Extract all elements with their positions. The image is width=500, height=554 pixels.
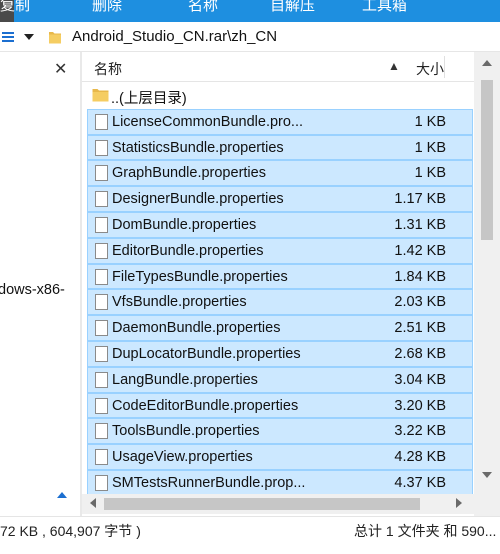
file-icon [95, 423, 108, 440]
file-row[interactable]: DaemonBundle.properties 2.51 KB [87, 315, 473, 341]
file-size: 1 KB [414, 113, 446, 130]
status-bar: 72 KB , 604,907 字节 ) 总计 1 文件夹 和 590... [0, 516, 500, 542]
parent-directory-row[interactable]: ..(上层目录) [87, 83, 474, 109]
file-name: GraphBundle.properties [112, 165, 266, 182]
address-path[interactable]: Android_Studio_CN.rar\zh_CN [72, 28, 277, 45]
window-bottom-edge [0, 542, 500, 554]
scroll-right-arrow-icon[interactable] [456, 498, 462, 508]
toolbar-button-toolbox[interactable]: 工具箱 [362, 0, 407, 15]
file-name: UsageView.properties [112, 449, 253, 466]
toolbar-button-delete[interactable]: 删除 [92, 0, 122, 15]
file-size: 3.04 KB [394, 371, 446, 388]
file-row[interactable]: UsageView.properties 4.28 KB [87, 444, 473, 470]
file-size: 2.51 KB [394, 320, 446, 337]
file-icon [95, 294, 108, 311]
file-row[interactable]: LangBundle.properties 3.04 KB [87, 366, 473, 393]
file-row[interactable]: EditorBundle.properties 1.42 KB [87, 237, 473, 264]
column-header-name[interactable]: 名称 [94, 59, 122, 79]
file-name: DomBundle.properties [112, 216, 257, 233]
file-name: SMTestsRunnerBundle.prop... [112, 474, 306, 491]
file-size: 1 KB [414, 165, 446, 182]
close-icon[interactable]: ✕ [54, 59, 67, 79]
scrollbar-corner [474, 494, 500, 514]
file-icon [95, 449, 108, 466]
nav-item-label[interactable]: dows-x86- [0, 282, 65, 298]
file-icon [95, 139, 108, 156]
file-name: LangBundle.properties [112, 371, 258, 388]
navigation-pane: ✕ dows-x86- [0, 52, 80, 516]
vertical-scrollbar[interactable] [474, 52, 500, 516]
list-view-icon[interactable] [2, 32, 14, 42]
toolbar-button-sfx[interactable]: 自解压 [270, 0, 315, 15]
horizontal-scrollbar[interactable] [82, 494, 474, 514]
file-icon [95, 371, 108, 388]
file-name: DesignerBundle.properties [112, 191, 284, 208]
file-icon [95, 320, 108, 337]
file-icon [95, 165, 108, 182]
list-header: 名称 ▲ 大小 [82, 52, 500, 82]
file-size: 1.42 KB [394, 242, 446, 259]
file-size: 1.17 KB [394, 191, 446, 208]
file-row[interactable]: CodeEditorBundle.properties 3.20 KB [87, 392, 473, 419]
file-name: FileTypesBundle.properties [112, 268, 288, 285]
file-row[interactable]: DesignerBundle.properties 1.17 KB [87, 186, 473, 212]
parent-directory-label: ..(上层目录) [111, 91, 187, 107]
scroll-up-arrow-icon[interactable] [482, 60, 492, 66]
status-total-info: 总计 1 文件夹 和 590... [354, 523, 497, 539]
file-row[interactable]: ToolsBundle.properties 3.22 KB [87, 418, 473, 445]
file-icon [95, 397, 108, 414]
file-icon [95, 216, 108, 233]
file-icon [95, 242, 108, 259]
column-header-size[interactable]: 大小 [416, 59, 444, 79]
file-size: 1 KB [414, 139, 446, 156]
file-row[interactable]: SMTestsRunnerBundle.prop... 4.37 KB [87, 469, 473, 496]
scroll-left-arrow-icon[interactable] [90, 498, 96, 508]
file-icon [95, 191, 108, 208]
file-row[interactable]: DomBundle.properties 1.31 KB [87, 211, 473, 238]
file-icon [95, 113, 108, 130]
column-separator[interactable] [444, 56, 445, 78]
file-name: VfsBundle.properties [112, 294, 247, 311]
file-name: StatisticsBundle.properties [112, 139, 284, 156]
chevron-down-icon[interactable] [24, 34, 34, 40]
file-size: 4.28 KB [394, 449, 446, 466]
file-size: 1.84 KB [394, 268, 446, 285]
file-size: 4.37 KB [394, 474, 446, 491]
folder-icon [49, 32, 61, 44]
file-size: 3.22 KB [394, 423, 446, 440]
horizontal-scroll-thumb[interactable] [104, 498, 420, 510]
toolbar: 复制 删除 名称 自解压 工具箱 [0, 0, 500, 22]
vertical-scroll-thumb[interactable] [481, 80, 493, 240]
file-row[interactable]: DupLocatorBundle.properties 2.68 KB [87, 340, 473, 367]
file-icon [95, 268, 108, 285]
file-name: EditorBundle.properties [112, 242, 264, 259]
file-name: ToolsBundle.properties [112, 423, 260, 440]
file-list: 名称 ▲ 大小 ..(上层目录) LicenseCommonBundle.pro… [82, 52, 500, 516]
file-size: 3.20 KB [394, 397, 446, 414]
scroll-down-arrow-icon[interactable] [482, 472, 492, 478]
file-row[interactable]: FileTypesBundle.properties 1.84 KB [87, 263, 473, 290]
file-row[interactable]: GraphBundle.properties 1 KB [87, 160, 473, 187]
file-size: 2.03 KB [394, 294, 446, 311]
file-icon [95, 345, 108, 362]
file-size: 1.31 KB [394, 216, 446, 233]
address-bar-controls [0, 22, 44, 52]
file-icon [95, 474, 108, 491]
file-rows: ..(上层目录) LicenseCommonBundle.pro... 1 KB S… [82, 83, 474, 496]
status-selection-info: 72 KB , 604,907 字节 ) [0, 523, 141, 539]
file-name: DaemonBundle.properties [112, 320, 281, 337]
file-name: DupLocatorBundle.properties [112, 345, 301, 362]
toolbar-button-name[interactable]: 名称 [188, 0, 218, 15]
folder-up-icon [92, 89, 109, 102]
file-row[interactable]: VfsBundle.properties 2.03 KB [87, 289, 473, 316]
file-name: CodeEditorBundle.properties [112, 397, 299, 414]
scroll-up-icon[interactable] [57, 492, 67, 498]
sort-ascending-icon: ▲ [388, 59, 400, 73]
toolbar-button-copy[interactable]: 复制 [0, 0, 30, 15]
address-bar: Android_Studio_CN.rar\zh_CN [0, 22, 500, 52]
file-name: LicenseCommonBundle.pro... [112, 113, 304, 130]
file-size: 2.68 KB [394, 345, 446, 362]
file-row[interactable]: LicenseCommonBundle.pro... 1 KB [87, 108, 473, 135]
file-row[interactable]: StatisticsBundle.properties 1 KB [87, 134, 473, 161]
